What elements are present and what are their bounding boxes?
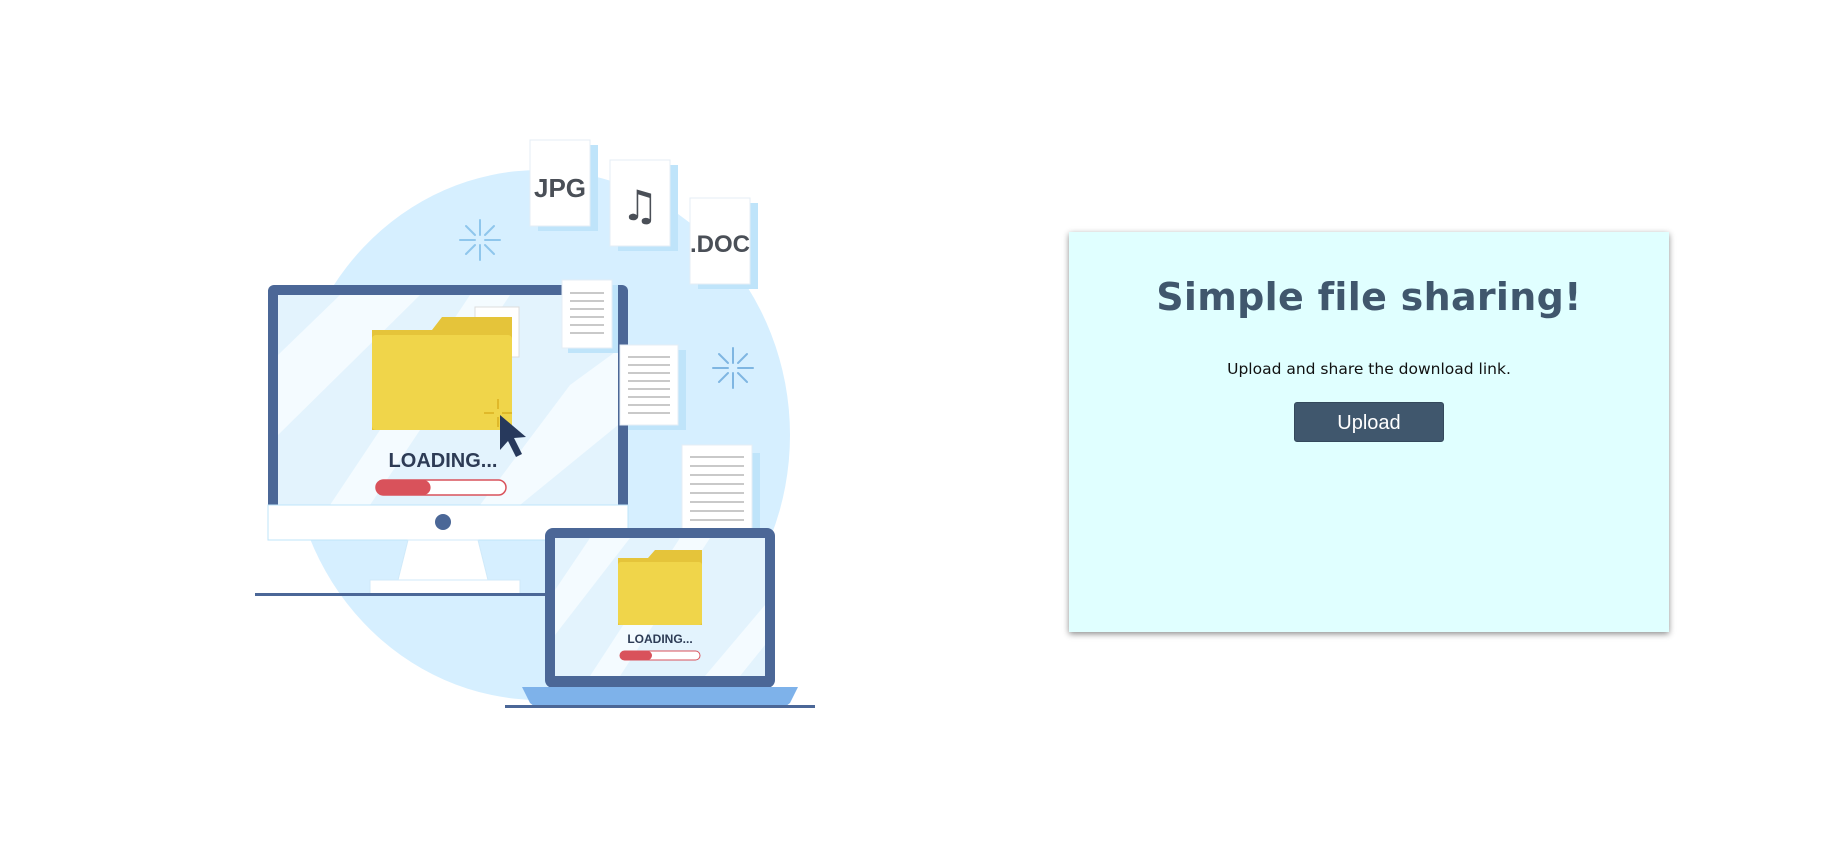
card-subtitle: Upload and share the download link. (1227, 360, 1511, 378)
illustration-svg: JPG ♫ .DOC LOADING... LOADING... (255, 139, 815, 708)
jpg-label: JPG (534, 173, 586, 203)
doc-file-icon: .DOC (689, 197, 758, 289)
doc-label: .DOC (690, 231, 750, 258)
upload-button[interactable]: Upload (1294, 402, 1444, 442)
document-icon (561, 279, 618, 353)
document-icon (619, 344, 686, 430)
laptop-folder-icon (618, 550, 702, 625)
upload-card: Simple file sharing! Upload and share th… (1069, 232, 1669, 632)
monitor-loading-text: LOADING... (389, 450, 498, 472)
page: JPG ♫ .DOC LOADING... LOADING... Simple … (0, 0, 1847, 861)
laptop-loading-text: LOADING... (627, 632, 692, 646)
jpg-file-icon: JPG (529, 139, 598, 231)
card-title: Simple file sharing! (1156, 275, 1582, 319)
file-sharing-illustration: JPG ♫ .DOC LOADING... LOADING... (250, 135, 830, 710)
music-note-icon: ♫ (621, 181, 659, 230)
monitor-progress-fill (376, 480, 431, 495)
laptop-progress-fill (620, 651, 652, 660)
music-file-icon: ♫ (609, 159, 678, 251)
